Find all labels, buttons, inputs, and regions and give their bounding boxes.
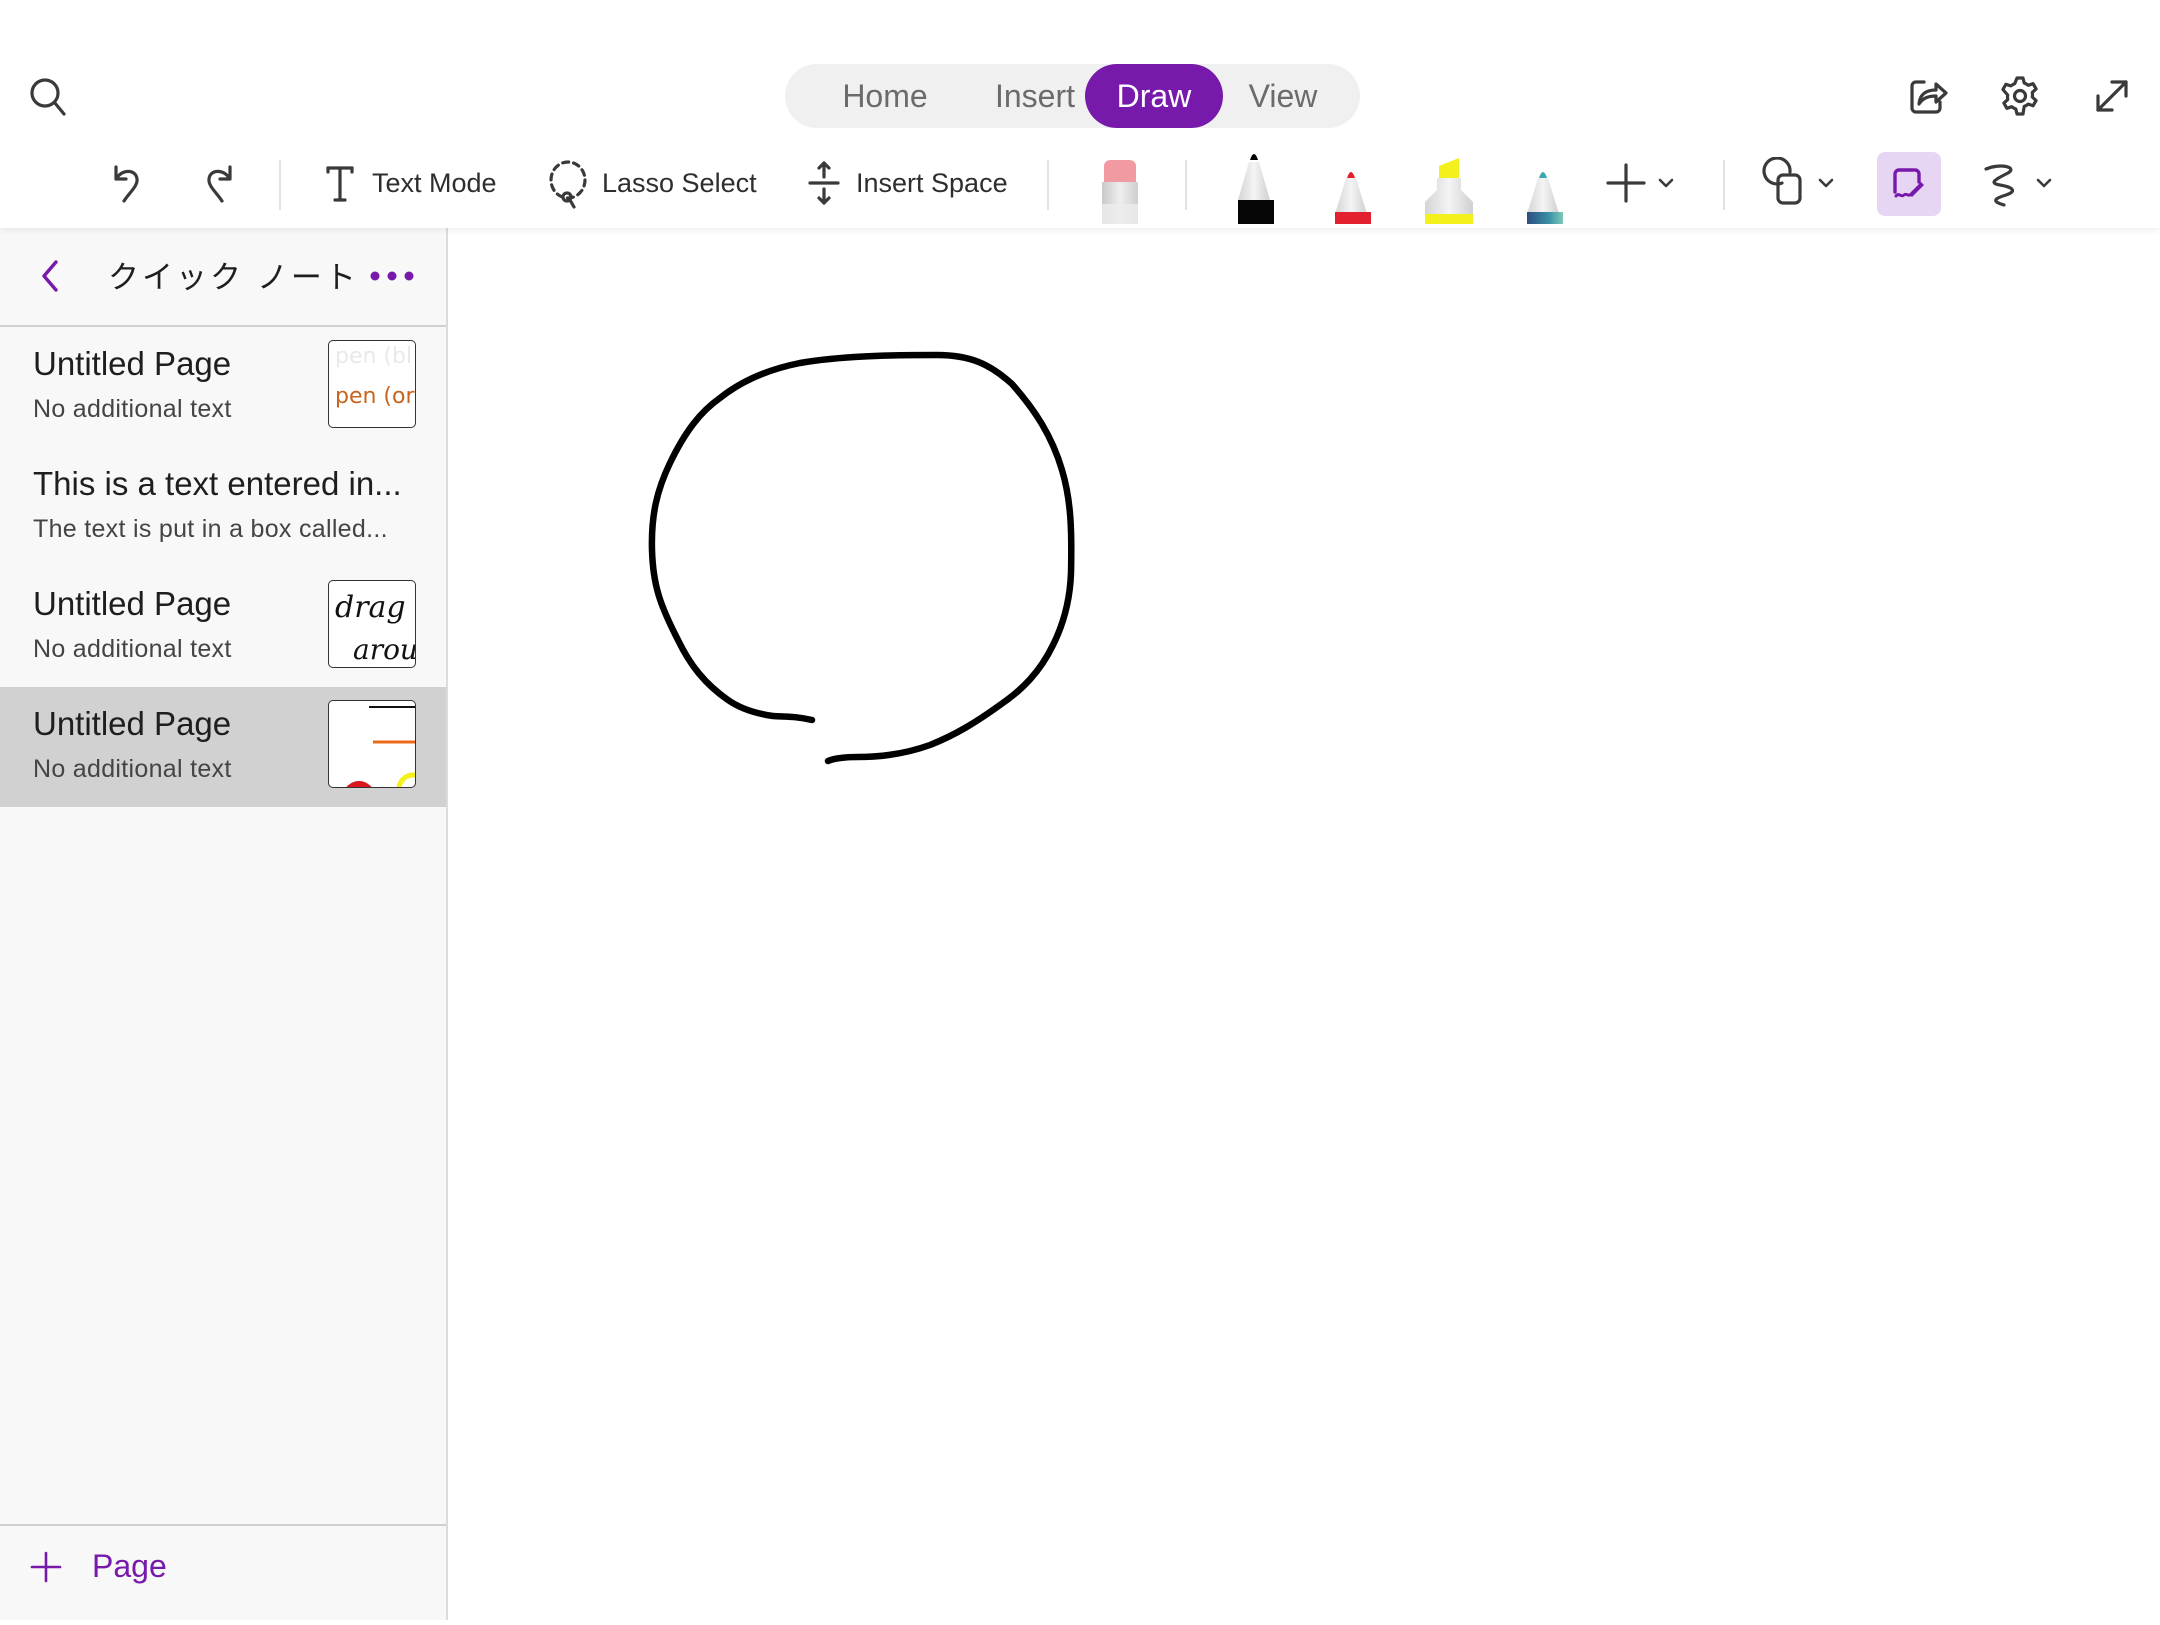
pen-galaxy[interactable] xyxy=(1519,148,1567,224)
pen-icon xyxy=(1335,172,1371,224)
share-button[interactable] xyxy=(1904,72,1952,120)
highlighter-yellow[interactable] xyxy=(1421,148,1473,224)
highlighter-icon xyxy=(1425,158,1473,224)
text-mode-button[interactable]: Text Mode xyxy=(320,155,497,211)
settings-button[interactable] xyxy=(1996,72,2044,120)
ink-effects-button[interactable] xyxy=(1978,155,2056,211)
ink-draw-icon xyxy=(1893,168,1924,198)
note-canvas[interactable] xyxy=(448,228,2160,1620)
share-icon xyxy=(1910,80,1948,114)
page-title: Untitled Page xyxy=(33,585,232,622)
text-mode-label: Text Mode xyxy=(372,167,497,198)
eraser-tool[interactable] xyxy=(1094,148,1142,224)
pen-icon xyxy=(1527,172,1563,224)
page-list-item[interactable]: Untitled Page No additional text pen (bl… xyxy=(0,327,446,447)
redo-button[interactable] xyxy=(194,155,244,211)
eraser-icon xyxy=(1102,160,1138,224)
page-thumbnail: pen (bl pen (ora xyxy=(328,340,416,428)
search-icon xyxy=(30,78,66,116)
add-pen-button[interactable] xyxy=(1604,155,1678,211)
add-page-button[interactable]: Page xyxy=(30,1548,167,1585)
pen-black[interactable] xyxy=(1230,148,1278,224)
more-options-button[interactable] xyxy=(366,258,420,294)
insert-space-label: Insert Space xyxy=(856,167,1008,198)
toolbar-divider xyxy=(1723,160,1725,210)
sidebar-footer: Page xyxy=(0,1524,446,1622)
page-list-item[interactable]: Untitled Page No additional text drag ar… xyxy=(0,567,446,687)
page-list-item-selected[interactable]: Untitled Page No additional text xyxy=(0,687,446,807)
add-page-label: Page xyxy=(92,1548,167,1584)
tab-view[interactable]: View xyxy=(1223,64,1343,128)
page-title: This is a text entered in... xyxy=(33,465,402,502)
tab-home[interactable]: Home xyxy=(805,64,965,128)
undo-icon xyxy=(114,165,139,203)
toolbar-divider xyxy=(1047,160,1049,210)
ink-to-shape-button[interactable] xyxy=(1877,152,1941,216)
ribbon-tabs: Home Insert Draw View xyxy=(785,64,1360,128)
page-list-item[interactable]: This is a text entered in... The text is… xyxy=(0,447,446,567)
ink-drawing xyxy=(648,351,1075,765)
plus-icon xyxy=(1606,163,1646,203)
text-cursor-icon xyxy=(326,166,354,202)
svg-text:arou: arou xyxy=(353,633,415,666)
more-icon xyxy=(370,271,414,281)
ink-stroke[interactable] xyxy=(648,351,1075,765)
toolbar-divider xyxy=(1185,160,1187,210)
shapes-icon xyxy=(1762,157,1802,205)
top-bar: Home Insert Draw View Text Mode Lasso Se… xyxy=(0,0,2160,228)
lasso-select-button[interactable]: Lasso Select xyxy=(546,155,757,211)
insert-space-icon xyxy=(808,161,840,205)
page-title: Untitled Page xyxy=(33,345,232,382)
chevron-left-icon xyxy=(42,260,58,292)
page-preview-text: No additional text xyxy=(33,635,232,663)
page-thumbnail: drag arou xyxy=(328,580,416,668)
chevron-down-icon xyxy=(1818,178,1834,188)
page-list-sidebar: クイック ノート Untitled Page No additional tex… xyxy=(0,228,448,1620)
section-title: クイック ノート xyxy=(108,260,359,296)
insert-space-button[interactable]: Insert Space xyxy=(804,155,1008,211)
chevron-down-icon xyxy=(2036,178,2052,188)
pen-icon xyxy=(1238,154,1274,224)
shapes-button[interactable] xyxy=(1760,155,1838,211)
squiggle-icon xyxy=(1984,164,2015,207)
lasso-icon xyxy=(549,160,587,209)
gear-icon xyxy=(2001,76,2038,116)
page-preview-text: No additional text xyxy=(33,755,232,783)
svg-text:drag: drag xyxy=(335,590,406,625)
toolbar-divider xyxy=(279,160,281,210)
lasso-select-label: Lasso Select xyxy=(602,167,757,198)
redo-icon xyxy=(207,165,232,203)
search-button[interactable] xyxy=(24,72,72,120)
section-header: クイック ノート xyxy=(0,228,446,327)
svg-text:pen (bl: pen (bl xyxy=(335,344,412,369)
chevron-down-icon xyxy=(1658,178,1674,188)
expand-icon xyxy=(2096,80,2128,112)
plus-icon xyxy=(30,1551,62,1582)
page-preview-text: No additional text xyxy=(33,395,232,423)
page-preview-text: The text is put in a box called... xyxy=(33,515,388,543)
undo-button[interactable] xyxy=(104,155,154,211)
page-thumbnail xyxy=(328,700,416,788)
pen-red[interactable] xyxy=(1327,148,1375,224)
back-button[interactable] xyxy=(30,254,70,298)
svg-text:pen (ora: pen (ora xyxy=(335,384,415,409)
fullscreen-button[interactable] xyxy=(2088,72,2136,120)
tab-draw[interactable]: Draw xyxy=(1085,64,1223,128)
page-title: Untitled Page xyxy=(33,705,232,742)
